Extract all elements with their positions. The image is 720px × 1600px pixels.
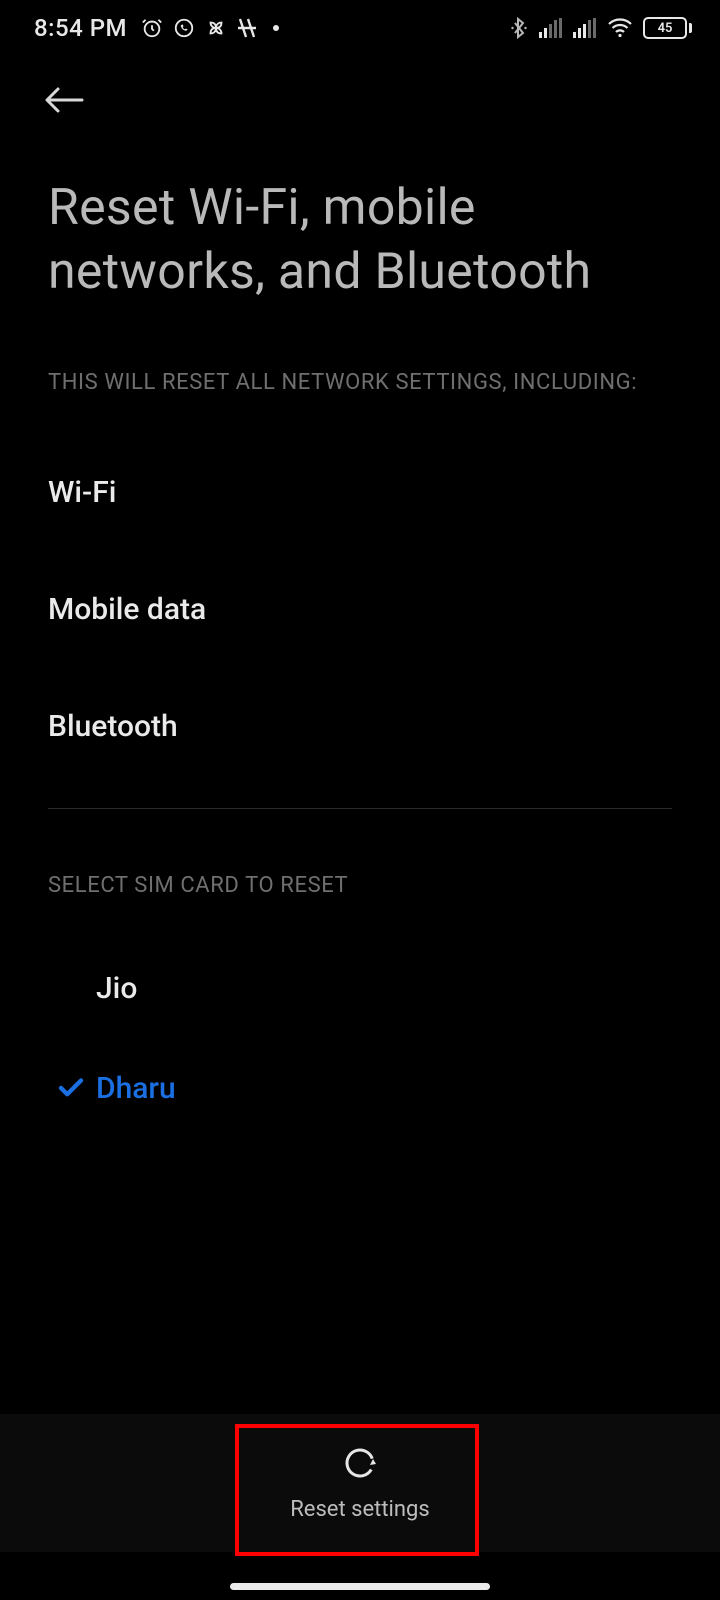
notification-icon <box>237 17 257 39</box>
reset-item-mobile-data: Mobile data <box>48 568 672 651</box>
signal-sim2-icon <box>573 18 597 38</box>
status-right: 45 <box>509 16 692 40</box>
divider <box>48 808 672 809</box>
check-icon <box>56 1073 96 1103</box>
sim-label: Dharu <box>96 1071 176 1106</box>
status-bar: 8:54 PM 45 <box>0 0 720 56</box>
more-notifications-dot <box>273 25 279 31</box>
sim-caption: SELECT SIM CARD TO RESET <box>48 873 672 898</box>
battery-level: 45 <box>643 17 687 39</box>
reset-list: Wi-Fi Mobile data Bluetooth <box>48 451 672 768</box>
arrow-left-icon <box>44 86 84 114</box>
reset-item-bluetooth: Bluetooth <box>48 685 672 768</box>
page-title: Reset Wi-Fi, mobile networks, and Blueto… <box>48 176 672 304</box>
battery-indicator: 45 <box>643 17 692 39</box>
back-button[interactable] <box>40 76 88 124</box>
status-time: 8:54 PM <box>34 14 127 42</box>
whatsapp-icon <box>173 17 195 39</box>
sim-item-dharu[interactable]: Dharu <box>48 1038 672 1138</box>
pinwheel-icon <box>205 17 227 39</box>
reset-caption: THIS WILL RESET ALL NETWORK SETTINGS, IN… <box>48 370 672 395</box>
battery-tip <box>689 23 692 33</box>
reset-settings-button[interactable]: Reset settings <box>240 1420 480 1546</box>
sim-list: Jio Dharu <box>48 938 672 1138</box>
nav-handle[interactable] <box>230 1583 490 1590</box>
sim-label: Jio <box>96 971 137 1006</box>
bottom-bar: Reset settings <box>0 1414 720 1552</box>
reset-icon <box>342 1445 378 1485</box>
bluetooth-icon <box>509 16 529 40</box>
signal-sim1-icon <box>539 18 563 38</box>
content-area: Reset Wi-Fi, mobile networks, and Blueto… <box>0 176 720 1138</box>
wifi-icon <box>607 18 633 38</box>
alarm-icon <box>141 17 163 39</box>
reset-item-wifi: Wi-Fi <box>48 451 672 534</box>
status-left: 8:54 PM <box>34 14 279 42</box>
reset-button-label: Reset settings <box>290 1497 430 1522</box>
sim-item-jio[interactable]: Jio <box>48 938 672 1038</box>
app-bar <box>0 56 720 144</box>
